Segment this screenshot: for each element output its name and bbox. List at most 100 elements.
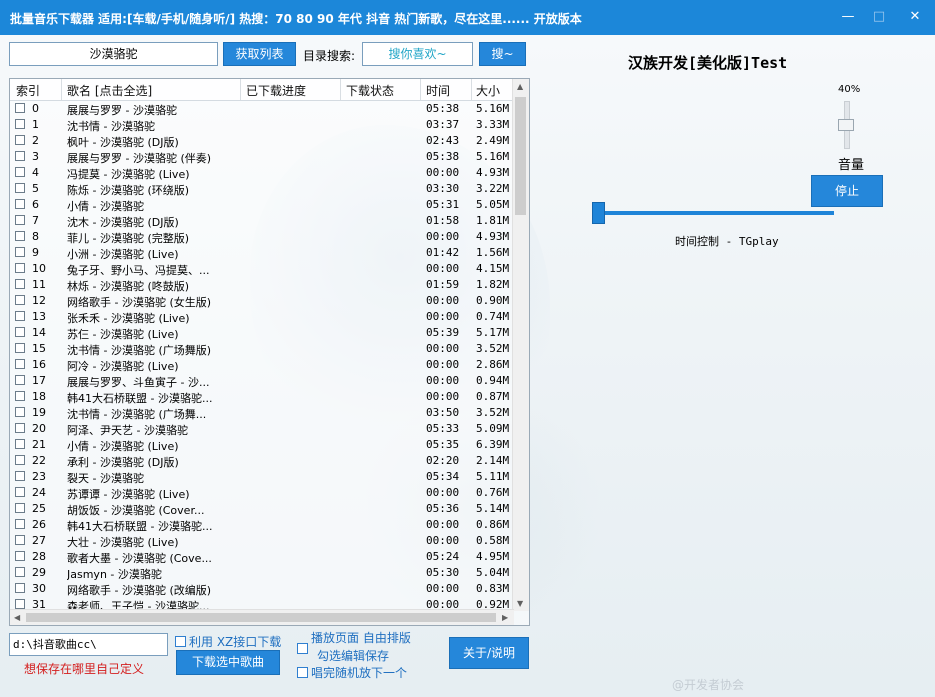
row-index: 6	[32, 198, 39, 211]
song-search-input[interactable]: 沙漠骆驼	[9, 42, 218, 66]
row-index: 12	[32, 294, 46, 307]
row-checkbox[interactable]	[15, 391, 25, 401]
row-checkbox[interactable]	[15, 375, 25, 385]
row-checkbox[interactable]	[15, 231, 25, 241]
table-row[interactable]: 5 陈烁 - 沙漠骆驼 (环绕版) 03:30 3.22M	[10, 181, 514, 197]
header-time[interactable]: 时间	[426, 82, 450, 98]
row-checkbox[interactable]	[15, 551, 25, 561]
table-row[interactable]: 16 阿冷 - 沙漠骆驼 (Live) 00:00 2.86M	[10, 357, 514, 373]
table-row[interactable]: 23 裂天 - 沙漠骆驼 05:34 5.11M	[10, 469, 514, 485]
header-size[interactable]: 大小	[476, 82, 500, 98]
row-checkbox[interactable]	[15, 503, 25, 513]
vertical-scrollbar[interactable]: ▲ ▼	[512, 79, 529, 611]
row-checkbox[interactable]	[15, 151, 25, 161]
save-path-input[interactable]: d:\抖音歌曲cc\	[9, 633, 168, 656]
minimize-button[interactable]: —	[836, 6, 860, 28]
row-checkbox[interactable]	[15, 119, 25, 129]
horizontal-scrollbar[interactable]: ◀ ▶	[10, 609, 514, 625]
table-row[interactable]: 12 网络歌手 - 沙漠骆驼 (女生版) 00:00 0.90M	[10, 293, 514, 309]
search-button[interactable]: 搜~	[479, 42, 526, 66]
scroll-down-icon[interactable]: ▼	[517, 599, 523, 608]
table-row[interactable]: 10 兔子牙、野小马、冯提莫、... 00:00 4.15M	[10, 261, 514, 277]
download-selected-button[interactable]: 下载选中歌曲	[176, 650, 280, 675]
table-row[interactable]: 27 大壮 - 沙漠骆驼 (Live) 00:00 0.58M	[10, 533, 514, 549]
row-checkbox[interactable]	[15, 423, 25, 433]
random-next-checkbox[interactable]: 唱完随机放下一个	[297, 664, 407, 681]
table-row[interactable]: 2 枫叶 - 沙漠骆驼 (DJ版) 02:43 2.49M	[10, 133, 514, 149]
stop-button[interactable]: 停止	[811, 175, 883, 207]
table-row[interactable]: 19 沈书情 - 沙漠骆驼 (广场舞... 03:50 3.52M	[10, 405, 514, 421]
table-row[interactable]: 9 小洲 - 沙漠骆驼 (Live) 01:42 1.56M	[10, 245, 514, 261]
header-status[interactable]: 下载状态	[346, 82, 394, 98]
checkbox-icon[interactable]	[297, 667, 308, 678]
row-checkbox[interactable]	[15, 311, 25, 321]
table-row[interactable]: 1 沈书情 - 沙漠骆驼 03:37 3.33M	[10, 117, 514, 133]
scroll-thumb[interactable]	[26, 613, 496, 622]
table-row[interactable]: 15 沈书情 - 沙漠骆驼 (广场舞版) 00:00 3.52M	[10, 341, 514, 357]
time-progress-thumb[interactable]	[592, 202, 605, 224]
row-checkbox[interactable]	[15, 439, 25, 449]
table-row[interactable]: 4 冯提莫 - 沙漠骆驼 (Live) 00:00 4.93M	[10, 165, 514, 181]
row-checkbox[interactable]	[15, 487, 25, 497]
table-row[interactable]: 0 展展与罗罗 - 沙漠骆驼 05:38 5.16M	[10, 101, 514, 117]
table-row[interactable]: 26 韩41大石桥联盟 - 沙漠骆驼... 00:00 0.86M	[10, 517, 514, 533]
row-checkbox[interactable]	[15, 279, 25, 289]
scroll-left-icon[interactable]: ◀	[14, 613, 20, 622]
table-row[interactable]: 18 韩41大石桥联盟 - 沙漠骆驼... 00:00 0.87M	[10, 389, 514, 405]
row-checkbox[interactable]	[15, 295, 25, 305]
table-row[interactable]: 22 承利 - 沙漠骆驼 (DJ版) 02:20 2.14M	[10, 453, 514, 469]
table-row[interactable]: 6 小倩 - 沙漠骆驼 05:31 5.05M	[10, 197, 514, 213]
table-row[interactable]: 28 歌者大墨 - 沙漠骆驼 (Cove... 05:24 4.95M	[10, 549, 514, 565]
table-row[interactable]: 14 苏仨 - 沙漠骆驼 (Live) 05:39 5.17M	[10, 325, 514, 341]
row-checkbox[interactable]	[15, 455, 25, 465]
row-checkbox[interactable]	[15, 471, 25, 481]
scroll-up-icon[interactable]: ▲	[517, 82, 523, 91]
table-row[interactable]: 8 菲儿 - 沙漠骆驼 (完整版) 00:00 4.93M	[10, 229, 514, 245]
row-checkbox[interactable]	[15, 567, 25, 577]
row-checkbox[interactable]	[15, 599, 25, 609]
row-checkbox[interactable]	[15, 263, 25, 273]
fetch-list-button[interactable]: 获取列表	[223, 42, 296, 66]
checkbox-icon[interactable]	[297, 643, 308, 654]
row-checkbox[interactable]	[15, 359, 25, 369]
table-row[interactable]: 25 胡饭饭 - 沙漠骆驼 (Cover... 05:36 5.14M	[10, 501, 514, 517]
row-checkbox[interactable]	[15, 519, 25, 529]
table-row[interactable]: 20 阿泽、尹天艺 - 沙漠骆驼 05:33 5.09M	[10, 421, 514, 437]
header-progress[interactable]: 已下载进度	[246, 82, 306, 98]
row-checkbox[interactable]	[15, 199, 25, 209]
row-checkbox[interactable]	[15, 407, 25, 417]
maximize-button[interactable]: □	[867, 6, 891, 28]
row-checkbox[interactable]	[15, 103, 25, 113]
row-checkbox[interactable]	[15, 343, 25, 353]
row-index: 29	[32, 566, 46, 579]
row-size: 6.39M	[476, 438, 510, 451]
scroll-thumb[interactable]	[515, 97, 526, 215]
table-row[interactable]: 3 展展与罗罗 - 沙漠骆驼 (伴奏) 05:38 5.16M	[10, 149, 514, 165]
time-progress-slider[interactable]	[596, 211, 834, 215]
row-checkbox[interactable]	[15, 583, 25, 593]
row-checkbox[interactable]	[15, 327, 25, 337]
table-row[interactable]: 29 Jasmyn - 沙漠骆驼 05:30 5.04M	[10, 565, 514, 581]
row-checkbox[interactable]	[15, 167, 25, 177]
scroll-right-icon[interactable]: ▶	[502, 613, 508, 622]
table-row[interactable]: 30 网络歌手 - 沙漠骆驼 (改编版) 00:00 0.83M	[10, 581, 514, 597]
table-row[interactable]: 7 沈木 - 沙漠骆驼 (DJ版) 01:58 1.81M	[10, 213, 514, 229]
dir-search-input[interactable]: 搜你喜欢~	[362, 42, 473, 66]
checkbox-icon[interactable]	[175, 636, 186, 647]
about-button[interactable]: 关于/说明	[449, 637, 529, 669]
table-row[interactable]: 21 小倩 - 沙漠骆驼 (Live) 05:35 6.39M	[10, 437, 514, 453]
xz-interface-checkbox[interactable]: 利用 XZ接口下载	[175, 633, 281, 650]
header-song-name[interactable]: 歌名 [点击全选]	[67, 82, 152, 98]
table-row[interactable]: 24 苏谭谭 - 沙漠骆驼 (Live) 00:00 0.76M	[10, 485, 514, 501]
table-row[interactable]: 13 张禾禾 - 沙漠骆驼 (Live) 00:00 0.74M	[10, 309, 514, 325]
close-button[interactable]: ✕	[903, 6, 927, 28]
volume-slider-thumb[interactable]	[838, 119, 854, 131]
row-checkbox[interactable]	[15, 535, 25, 545]
table-row[interactable]: 11 林烁 - 沙漠骆驼 (咚鼓版) 01:59 1.82M	[10, 277, 514, 293]
table-row[interactable]: 17 展展与罗罗、斗鱼寅子 - 沙... 00:00 0.94M	[10, 373, 514, 389]
row-checkbox[interactable]	[15, 183, 25, 193]
row-checkbox[interactable]	[15, 215, 25, 225]
row-checkbox[interactable]	[15, 247, 25, 257]
header-index[interactable]: 索引	[16, 82, 40, 98]
row-checkbox[interactable]	[15, 135, 25, 145]
